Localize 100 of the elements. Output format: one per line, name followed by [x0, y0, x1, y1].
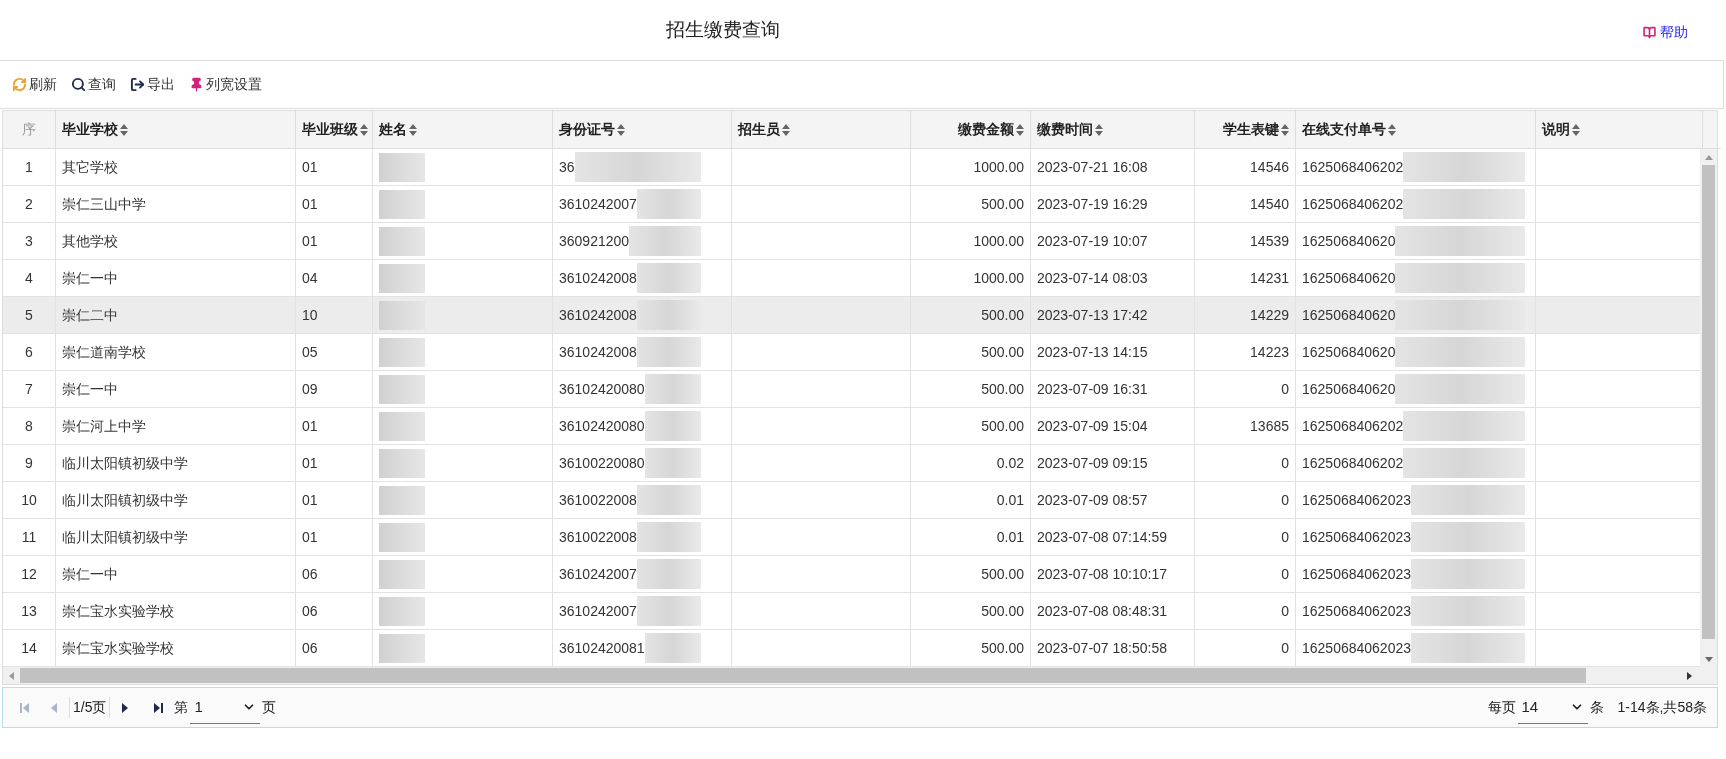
table-row[interactable]: 14 崇仁宝水实验学校 06 36102420081 500.00 2023-07-07 18:50:58 0 16250684062023	[3, 630, 1700, 667]
table-cell-text: 360921200	[559, 231, 630, 251]
scroll-down-icon[interactable]	[1704, 656, 1713, 662]
page-select[interactable]: 1	[190, 691, 261, 724]
sort-icon[interactable]	[1095, 123, 1103, 136]
column-header[interactable]: 身份证号	[559, 119, 615, 140]
table-cell-text: 其它学校	[62, 157, 118, 177]
table-cell-text: 2023-07-08 10:10:17	[1037, 564, 1167, 584]
sort-icon[interactable]	[120, 123, 128, 136]
table-cell-text: 10	[302, 305, 318, 325]
table-row[interactable]: 4 崇仁一中 04 3610242008 1000.00 2023-07-14 08:03 14231 162506840620	[3, 260, 1700, 297]
table-cell-text: 3610022008	[559, 490, 637, 510]
table-cell-text: 06	[302, 638, 318, 658]
vertical-scrollbar[interactable]	[1700, 149, 1717, 667]
table-cell-text: 14539	[1250, 231, 1289, 251]
per-page-select[interactable]: 14	[1517, 691, 1588, 724]
table-cell-text: 1625068406202	[1302, 157, 1404, 177]
table-cell-text: 2023-07-08 08:48:31	[1037, 601, 1167, 621]
table-cell-text: 2023-07-09 09:15	[1037, 453, 1148, 473]
help-link[interactable]: 帮助	[1643, 22, 1688, 43]
table-cell-text: 16250684062023	[1302, 601, 1411, 621]
table-cell-text: 500.00	[981, 638, 1024, 658]
sort-icon[interactable]	[360, 123, 368, 136]
sort-icon[interactable]	[1388, 123, 1396, 136]
table-cell-text: 1000.00	[973, 231, 1024, 251]
toolbar-button[interactable]: 查询	[71, 74, 116, 95]
blur-mask	[644, 411, 701, 441]
table-cell-text: 04	[302, 268, 318, 288]
table-cell-text: 16250684062023	[1302, 490, 1411, 510]
table-cell-text: 2023-07-13 14:15	[1037, 342, 1148, 362]
table-cell-text: 崇仁一中	[62, 268, 118, 288]
table-cell-text: 01	[302, 490, 318, 510]
blur-mask	[379, 523, 425, 552]
table-cell-text: 14223	[1250, 342, 1289, 362]
table-row[interactable]: 7 崇仁一中 09 36102420080 500.00 2023-07-09 16:31 0 162506840620	[3, 371, 1700, 408]
table-cell-text: 09	[302, 379, 318, 399]
sort-icon[interactable]	[617, 123, 625, 136]
sort-icon[interactable]	[1016, 123, 1024, 136]
table-cell-text: 2023-07-07 18:50:58	[1037, 638, 1167, 658]
table-row[interactable]: 6 崇仁道南学校 05 3610242008 500.00 2023-07-13 14:15 14223 162506840620	[3, 334, 1700, 371]
table-cell-text: 0	[1281, 490, 1289, 510]
sort-icon[interactable]	[1572, 123, 1580, 136]
table-cell-text: 0.02	[996, 453, 1024, 473]
table-cell-text: 2023-07-19 10:07	[1037, 231, 1148, 251]
table-row[interactable]: 12 崇仁一中 06 3610242007 500.00 2023-07-08 10:10:17 0 16250684062023	[3, 556, 1700, 593]
column-header[interactable]: 招生员	[738, 119, 780, 140]
blur-mask	[636, 559, 701, 589]
refresh-icon	[12, 77, 27, 92]
book-icon	[1643, 26, 1656, 39]
sort-icon[interactable]	[409, 123, 417, 136]
blur-mask	[379, 264, 425, 293]
blur-mask	[636, 522, 701, 552]
table-cell-text: 2023-07-09 08:57	[1037, 490, 1148, 510]
table-cell-text: 14	[21, 638, 37, 658]
table-cell-text: 1625068406202	[1302, 416, 1404, 436]
table-row[interactable]: 11 临川太阳镇初级中学 01 3610022008 0.01 2023-07-08 07:14:59 0 16250684062023	[3, 519, 1700, 556]
table-cell-text: 3610242007	[559, 564, 637, 584]
sort-icon[interactable]	[1281, 123, 1289, 136]
blur-mask	[379, 597, 425, 626]
table-row[interactable]: 13 崇仁宝水实验学校 06 3610242007 500.00 2023-07-08 08:48:31 0 16250684062023	[3, 593, 1700, 630]
column-header[interactable]: 缴费金额	[958, 119, 1014, 140]
table-cell-text: 500.00	[981, 379, 1024, 399]
toolbar-button[interactable]: 导出	[130, 74, 175, 95]
column-header[interactable]: 缴费时间	[1037, 119, 1093, 140]
column-header[interactable]: 毕业班级	[302, 119, 358, 140]
table-cell-text: 5	[25, 305, 33, 325]
table-cell-text: 2023-07-09 15:04	[1037, 416, 1148, 436]
column-header[interactable]: 学生表键	[1223, 119, 1279, 140]
blur-mask	[379, 449, 425, 478]
table-cell-text: 7	[25, 379, 33, 399]
table-row[interactable]: 3 其他学校 01 360921200 1000.00 2023-07-19 10:07 14539 162506840620	[3, 223, 1700, 260]
table-cell-text: 0	[1281, 379, 1289, 399]
table-row[interactable]: 8 崇仁河上中学 01 36102420080 500.00 2023-07-09 15:04 13685 1625068406202	[3, 408, 1700, 445]
blur-mask	[379, 634, 425, 663]
table-cell-text: 0	[1281, 527, 1289, 547]
sort-icon[interactable]	[782, 123, 790, 136]
table-row[interactable]: 5 崇仁二中 10 3610242008 500.00 2023-07-13 17:42 14229 162506840620	[3, 297, 1700, 334]
table-row[interactable]: 10 临川太阳镇初级中学 01 3610022008 0.01 2023-07-09 08:57 0 16250684062023	[3, 482, 1700, 519]
table-cell-text: 2023-07-09 16:31	[1037, 379, 1148, 399]
search-icon	[71, 77, 86, 92]
table-cell-text: 2	[25, 194, 33, 214]
table-cell-text: 3610242008	[559, 268, 637, 288]
column-header[interactable]: 在线支付单号	[1302, 119, 1386, 140]
table-cell-text: 162506840620	[1302, 305, 1396, 325]
table-row[interactable]: 1 其它学校 01 36 1000.00 2023-07-21 16:08 14546 1625068406202	[3, 149, 1700, 186]
horizontal-scrollbar[interactable]	[3, 667, 1717, 684]
table-row[interactable]: 9 临川太阳镇初级中学 01 36100220080 0.02 2023-07-09 09:15 0 1625068406202	[3, 445, 1700, 482]
table-cell-text: 10	[21, 490, 37, 510]
column-header[interactable]: 说明	[1542, 119, 1570, 140]
table-row[interactable]: 2 崇仁三山中学 01 3610242007 500.00 2023-07-19 16:29 14540 1625068406202	[3, 186, 1700, 223]
scroll-right-icon[interactable]	[1687, 671, 1692, 680]
last-page-icon[interactable]	[152, 701, 165, 714]
per-page-label: 条	[1589, 698, 1604, 717]
column-header[interactable]: 毕业学校	[62, 119, 118, 140]
toolbar-button[interactable]: 刷新	[12, 74, 57, 95]
column-header[interactable]: 姓名	[379, 119, 407, 140]
page-label: 第	[174, 698, 189, 717]
table-cell-text: 3	[25, 231, 33, 251]
blur-mask	[644, 633, 701, 663]
toolbar-button[interactable]: 列宽设置	[189, 74, 262, 95]
